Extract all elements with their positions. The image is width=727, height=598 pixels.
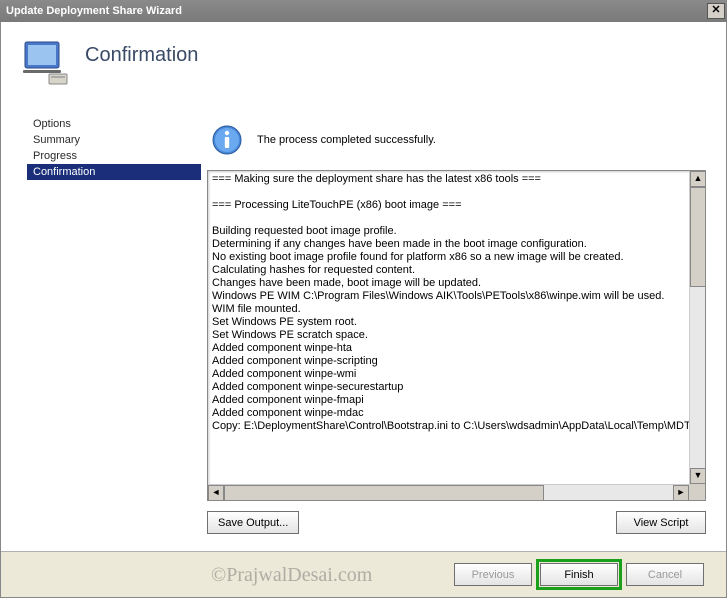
action-row: Save Output... View Script bbox=[207, 501, 706, 534]
scroll-left-icon[interactable]: ◄ bbox=[208, 485, 224, 501]
save-output-button[interactable]: Save Output... bbox=[207, 511, 299, 534]
page-title: Confirmation bbox=[85, 44, 198, 67]
previous-button: Previous bbox=[454, 563, 532, 586]
sidebar-item-summary[interactable]: Summary bbox=[27, 132, 201, 148]
sidebar-item-progress[interactable]: Progress bbox=[27, 148, 201, 164]
header: Confirmation bbox=[1, 22, 726, 102]
titlebar: Update Deployment Share Wizard ✕ bbox=[0, 0, 727, 22]
cancel-button: Cancel bbox=[626, 563, 704, 586]
log-output: === Making sure the deployment share has… bbox=[207, 170, 706, 501]
scroll-right-icon[interactable]: ► bbox=[673, 485, 689, 501]
sidebar: Options Summary Progress Confirmation bbox=[1, 102, 201, 534]
scroll-thumb[interactable] bbox=[690, 187, 706, 287]
scroll-thumb-h[interactable] bbox=[224, 485, 544, 501]
footer: Previous Finish Cancel bbox=[1, 551, 726, 597]
status-row: The process completed successfully. bbox=[207, 110, 706, 170]
finish-button[interactable]: Finish bbox=[540, 563, 618, 586]
computer-icon bbox=[21, 38, 69, 86]
scroll-down-icon[interactable]: ▼ bbox=[690, 468, 706, 484]
close-icon[interactable]: ✕ bbox=[707, 3, 725, 19]
sidebar-item-options[interactable]: Options bbox=[27, 116, 201, 132]
log-text: === Making sure the deployment share has… bbox=[208, 171, 705, 484]
window-title: Update Deployment Share Wizard bbox=[6, 5, 182, 17]
sidebar-item-confirmation[interactable]: Confirmation bbox=[27, 164, 201, 180]
vertical-scrollbar[interactable]: ▲ ▼ bbox=[689, 171, 705, 484]
status-message: The process completed successfully. bbox=[257, 134, 436, 146]
info-icon bbox=[211, 124, 243, 156]
scroll-up-icon[interactable]: ▲ bbox=[690, 171, 706, 187]
main-panel: The process completed successfully. === … bbox=[201, 102, 726, 534]
wizard-body: Confirmation Options Summary Progress Co… bbox=[0, 22, 727, 598]
view-script-button[interactable]: View Script bbox=[616, 511, 706, 534]
horizontal-scrollbar[interactable]: ◄ ► bbox=[208, 484, 689, 500]
scroll-corner bbox=[689, 484, 705, 500]
